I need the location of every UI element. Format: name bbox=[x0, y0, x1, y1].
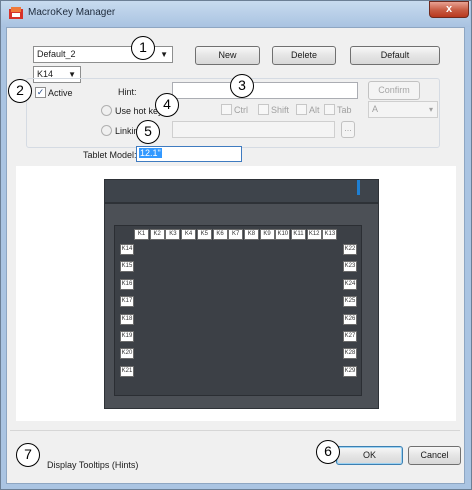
macro-key[interactable]: K23 bbox=[343, 261, 357, 273]
macro-key[interactable]: K24 bbox=[343, 278, 357, 290]
browse-button[interactable]: ... bbox=[341, 121, 355, 138]
callout-4: 4 bbox=[155, 93, 179, 117]
macro-key[interactable]: K14 bbox=[120, 244, 134, 255]
hint-input[interactable] bbox=[172, 82, 358, 99]
new-button[interactable]: New bbox=[195, 46, 260, 65]
linking-input[interactable] bbox=[172, 121, 335, 138]
macro-key[interactable]: K10 bbox=[275, 229, 291, 240]
ok-button[interactable]: OK bbox=[336, 446, 403, 465]
macro-key[interactable]: K7 bbox=[228, 229, 244, 240]
macro-key[interactable]: K27 bbox=[343, 331, 357, 342]
hotkey-key-select[interactable]: A ▾ bbox=[368, 101, 438, 118]
window-title: MacroKey Manager bbox=[28, 7, 116, 18]
profile-select-value: Default_2 bbox=[37, 49, 76, 59]
hint-label: Hint: bbox=[118, 87, 137, 97]
tablet-top-bar bbox=[104, 179, 379, 203]
chevron-down-icon: ▾ bbox=[428, 105, 433, 114]
shift-checkbox[interactable] bbox=[258, 104, 269, 115]
macro-key[interactable]: K18 bbox=[120, 313, 134, 325]
macro-key[interactable]: K12 bbox=[306, 229, 322, 240]
macro-key[interactable]: K28 bbox=[343, 348, 357, 360]
macro-key[interactable]: K19 bbox=[120, 331, 134, 342]
macro-key[interactable]: K22 bbox=[343, 244, 357, 255]
macro-key[interactable]: K1 bbox=[134, 229, 149, 240]
callout-2: 2 bbox=[8, 79, 32, 103]
callout-7: 7 bbox=[16, 443, 40, 467]
macro-key[interactable]: K13 bbox=[322, 229, 338, 240]
macro-key[interactable]: K3 bbox=[165, 229, 181, 240]
macro-key[interactable]: K9 bbox=[259, 229, 275, 240]
close-button[interactable]: x bbox=[429, 1, 469, 18]
macro-key[interactable]: K2 bbox=[149, 229, 165, 240]
macro-key[interactable]: K6 bbox=[212, 229, 228, 240]
macro-key[interactable]: K8 bbox=[243, 229, 259, 240]
macro-key[interactable]: K4 bbox=[181, 229, 197, 240]
macro-key[interactable]: K25 bbox=[343, 296, 357, 308]
macro-key[interactable]: K20 bbox=[120, 348, 134, 360]
macro-key[interactable]: K16 bbox=[120, 278, 134, 290]
callout-1: 1 bbox=[131, 36, 155, 60]
cancel-button[interactable]: Cancel bbox=[408, 446, 461, 465]
macro-key[interactable]: K17 bbox=[120, 296, 134, 308]
macro-key[interactable]: K26 bbox=[343, 313, 357, 325]
separator bbox=[10, 430, 460, 431]
linking-radio[interactable] bbox=[101, 125, 112, 136]
chevron-down-icon: ▼ bbox=[160, 50, 168, 59]
hotkey-key-value: A bbox=[372, 104, 379, 114]
use-hotkey-radio[interactable] bbox=[101, 105, 112, 116]
shift-label: Shift bbox=[271, 105, 290, 115]
tab-label: Tab bbox=[337, 105, 352, 115]
active-label: Active bbox=[48, 88, 73, 98]
app-icon bbox=[9, 7, 23, 19]
tablet-led bbox=[357, 180, 360, 195]
tablet-model-input[interactable]: 12.1" bbox=[136, 146, 242, 162]
alt-label: Alt bbox=[309, 105, 320, 115]
macro-key[interactable]: K5 bbox=[196, 229, 212, 240]
tablet-active-area bbox=[114, 225, 362, 396]
display-tooltips-label[interactable]: Display Tooltips (Hints) bbox=[47, 460, 138, 470]
delete-button[interactable]: Delete bbox=[272, 46, 336, 65]
tab-checkbox[interactable] bbox=[324, 104, 335, 115]
active-checkbox[interactable]: ✓ bbox=[35, 87, 46, 98]
tablet-model-label: Tablet Model: bbox=[83, 150, 137, 160]
callout-6: 6 bbox=[316, 440, 340, 464]
callout-3: 3 bbox=[230, 74, 254, 98]
callout-5: 5 bbox=[136, 120, 160, 144]
alt-checkbox[interactable] bbox=[296, 104, 307, 115]
default-button[interactable]: Default bbox=[350, 46, 440, 65]
tablet-model-value: 12.1" bbox=[139, 148, 162, 158]
macro-key[interactable]: K11 bbox=[291, 229, 306, 240]
ctrl-label: Ctrl bbox=[234, 105, 248, 115]
ctrl-checkbox[interactable] bbox=[221, 104, 232, 115]
macro-key[interactable]: K29 bbox=[343, 365, 357, 377]
confirm-button[interactable]: Confirm bbox=[368, 81, 420, 100]
macro-key[interactable]: K15 bbox=[120, 261, 134, 273]
macro-key[interactable]: K21 bbox=[120, 365, 134, 377]
